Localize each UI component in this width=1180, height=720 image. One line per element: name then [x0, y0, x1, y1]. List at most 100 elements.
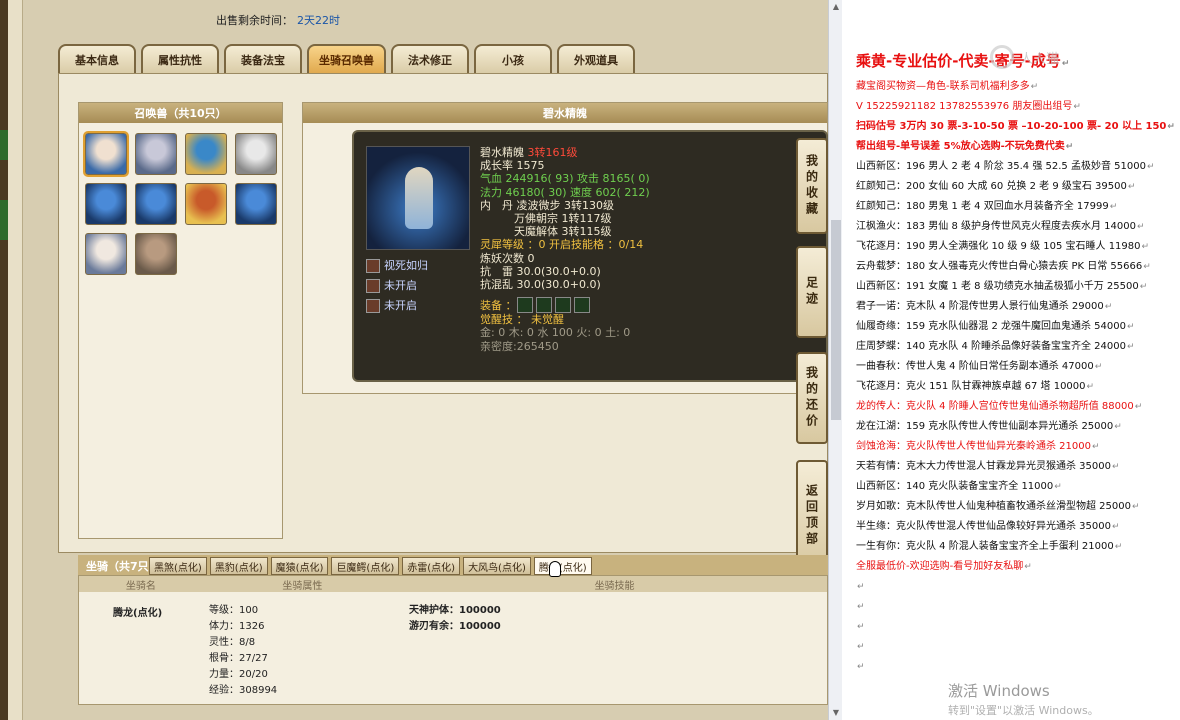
summon-equip-label: 装备 ： — [480, 298, 517, 312]
summon-slot[interactable] — [85, 183, 127, 225]
mount-tab-6[interactable]: 腾龙(点化) — [533, 557, 592, 575]
window-edge — [0, 0, 8, 720]
sale-time: 出售剩余时间： 2天22时 — [216, 12, 340, 28]
equip-slot-4[interactable] — [573, 297, 590, 314]
skill-icon — [366, 279, 380, 293]
mount-tab-4[interactable]: 赤雷(点化) — [402, 557, 461, 575]
mount-tab-3[interactable]: 巨魔鳄(点化) — [331, 557, 400, 575]
summon-awaken: 觉醒技 ： 未觉醒 — [480, 313, 564, 327]
document-line-text: 扫码估号 3万内 30 票-3-10-50 票 –10-20-100 票- 20… — [856, 121, 1167, 132]
paragraph-mark-icon: ↵ — [1141, 242, 1150, 252]
document-line: 云舟载梦：180 女人强毒克火传世白骨心猿去疾 PK 日常 55666↵ — [856, 257, 1180, 277]
summon-skill-2[interactable]: 未开启 — [366, 296, 428, 316]
paragraph-mark-icon: ↵ — [1127, 182, 1136, 192]
paragraph-mark-icon: ↵ — [1073, 102, 1081, 112]
document-line-text: 帮出组号-单号误差 5%放心选购-不玩免费代卖 — [856, 141, 1065, 152]
vertical-scrollbar[interactable]: ▲ ▼ — [828, 0, 842, 720]
mount-attr: 灵性：8/8 — [209, 637, 256, 648]
hand-cursor-icon — [549, 561, 561, 577]
paragraph-mark-icon: ↵ — [1094, 362, 1103, 372]
equip-slot-3[interactable] — [554, 297, 571, 314]
summon-skill-1[interactable]: 未开启 — [366, 276, 428, 296]
summon-slot[interactable] — [135, 183, 177, 225]
summon-slot[interactable] — [83, 131, 129, 177]
document-line: 山西新区：196 男人 2 老 4 阶忿 35.4 强 52.5 孟极妙音 51… — [856, 157, 1180, 177]
activate-windows-sub: 转到"设置"以激活 Windows。 — [948, 704, 1099, 717]
paragraph-mark-icon: ↵ — [1054, 482, 1062, 492]
mount-tab-2[interactable]: 魔猿(点化) — [270, 557, 329, 575]
summon-grid — [83, 131, 281, 275]
summon-slot[interactable] — [235, 183, 277, 225]
document-line-text: 藏宝阁买物资—角色-联系司机福利多多 — [856, 81, 1030, 92]
document-line: 山西新区：191 女魔 1 老 8 级功绩克水抽孟极狐小千万 25500↵ — [856, 277, 1180, 297]
side-button-0[interactable]: 我的收藏 — [796, 138, 828, 234]
summon-list-panel: 召唤兽（共10只） — [78, 102, 283, 539]
summon-slot[interactable] — [235, 133, 277, 175]
equip-slot-1[interactable] — [516, 297, 533, 314]
scroll-thumb[interactable] — [831, 220, 841, 420]
summon-slot[interactable] — [185, 183, 227, 225]
summon-intimacy: 亲密度:265450 — [480, 339, 559, 353]
tab-0[interactable]: 基本信息 — [58, 44, 136, 74]
equip-slot-2[interactable] — [535, 297, 552, 314]
document-line-text: 飞花逐月：克火 151 队甘霖神族卓越 67 塔 10000 — [856, 381, 1086, 392]
mount-attr: 力量：20/20 — [209, 669, 268, 680]
document-line: 红颜知己：200 女仙 60 大成 60 兑换 2 老 9 级宝石 39500↵ — [856, 177, 1180, 197]
document-line-text: 庄周梦蝶：140 克水队 4 阶睡杀品像好装备宝宝齐全 24000 — [856, 341, 1126, 352]
document-line: 飞花逐月：190 男人全满强化 10 级 9 级 105 宝石睡人 11980↵ — [856, 237, 1180, 257]
mount-attr: 经验：308994 — [209, 685, 278, 696]
document-line-text: 山西新区：196 男人 2 老 4 阶忿 35.4 强 52.5 孟极妙音 51… — [856, 161, 1146, 172]
paragraph-mark-icon: ↵ — [1024, 562, 1032, 572]
mount-skills: 天神护体：100000 游刃有余：100000 — [409, 603, 501, 635]
document-line: 岁月如歌：克木队传世人仙鬼种植畜牧通杀丝滑型物超 25000↵ — [856, 497, 1180, 517]
empty-line: ↵ — [857, 602, 865, 612]
tab-3[interactable]: 坐骑召唤兽 — [307, 44, 386, 74]
skill-icon — [366, 259, 380, 273]
summon-neidan-2: 万佛朝宗 1转117级 — [514, 212, 612, 226]
document-line: V 15225921182 13782553976 朋友圈出组号↵ — [856, 97, 1180, 117]
tab-6[interactable]: 外观道具 — [557, 44, 635, 74]
summon-hp-attack: 气血 244916( 93) 攻击 8165( 0) — [480, 172, 650, 186]
mount-tab-5[interactable]: 大风鸟(点化) — [463, 557, 531, 575]
paragraph-mark-icon: ↵ — [1126, 342, 1135, 352]
mount-skill: 天神护体：100000 — [409, 605, 501, 616]
paragraph-mark-icon: ↵ — [1112, 462, 1120, 472]
mount-tab-0[interactable]: 黑煞(点化) — [149, 557, 207, 575]
tab-5[interactable]: 小孩 — [474, 44, 552, 74]
side-button-1[interactable]: 足迹 — [796, 246, 828, 338]
paragraph-mark-icon: ↵ — [1132, 502, 1140, 512]
mount-table-header: 坐骑名 坐骑属性 坐骑技能 — [79, 576, 827, 592]
summon-slot[interactable] — [135, 133, 177, 175]
summon-slot[interactable] — [85, 233, 127, 275]
mount-attrs: 等级：100 体力：1326 灵性：8/8 根骨：27/27 力量：20/20 经验：30… — [209, 603, 277, 699]
scroll-down-icon[interactable]: ▼ — [831, 708, 841, 718]
tab-2[interactable]: 装备法宝 — [224, 44, 302, 74]
summon-resist-chaos: 抗混乱 30.0(30.0+0.0) — [480, 278, 601, 292]
summon-skill-0[interactable]: 视死如归 — [366, 256, 428, 276]
skill-icon — [366, 299, 380, 313]
summon-resist-thunder: 抗 雷 30.0(30.0+0.0) — [480, 264, 601, 278]
summon-slot[interactable] — [185, 133, 227, 175]
paragraph-mark-icon: ↵ — [1065, 142, 1074, 152]
tab-1[interactable]: 属性抗性 — [141, 44, 219, 74]
summon-slot[interactable] — [135, 233, 177, 275]
document-line-text: V 15225921182 13782553976 朋友圈出组号 — [856, 101, 1073, 112]
summon-detail-title: 碧水精魄 — [303, 103, 827, 123]
document-line-text: 龙的传人：克火队 4 阶睡人宫位传世鬼仙通杀物超所值 88000 — [856, 401, 1134, 412]
mount-tab-1[interactable]: 黑豹(点化) — [209, 557, 268, 575]
summon-mp-speed: 法力 46180( 30) 速度 602( 212) — [480, 185, 650, 199]
document-line: 飞花逐月：克火 151 队甘霖神族卓越 67 塔 10000↵ — [856, 377, 1180, 397]
scroll-up-icon[interactable]: ▲ — [831, 2, 841, 12]
document-line-text: 山西新区：140 克火队装备宝宝齐全 11000 — [856, 481, 1054, 492]
game-window: 出售剩余时间： 2天22时 基本信息 属性抗性 装备法宝 坐骑召唤兽 法术修正 小孩 外观道具… — [0, 0, 828, 720]
mount-attr: 体力：1326 — [209, 621, 265, 632]
side-button-2[interactable]: 我的还价 — [796, 352, 828, 444]
document-line: 天若有情：克木大力传世混人甘霖龙异光灵猴通杀 35000↵ — [856, 457, 1180, 477]
document-line: 仙履奇缘：159 克水队仙器混 2 龙强牛魔回血鬼通杀 54000↵ — [856, 317, 1180, 337]
document-line: 剑蚀沧海：克火队传世人传世仙异光秦岭通杀 21000↵ — [856, 437, 1180, 457]
document-line: 半生缘：克火队传世混人传世仙品像较好异光通杀 35000↵ — [856, 517, 1180, 537]
document-line-text: 红颜知己：200 女仙 60 大成 60 兑换 2 老 9 级宝石 39500 — [856, 181, 1127, 192]
document-line: 扫码估号 3万内 30 票-3-10-50 票 –10-20-100 票- 20… — [856, 117, 1180, 137]
tab-4[interactable]: 法术修正 — [391, 44, 469, 74]
summon-skill-label: 未开启 — [384, 299, 417, 312]
